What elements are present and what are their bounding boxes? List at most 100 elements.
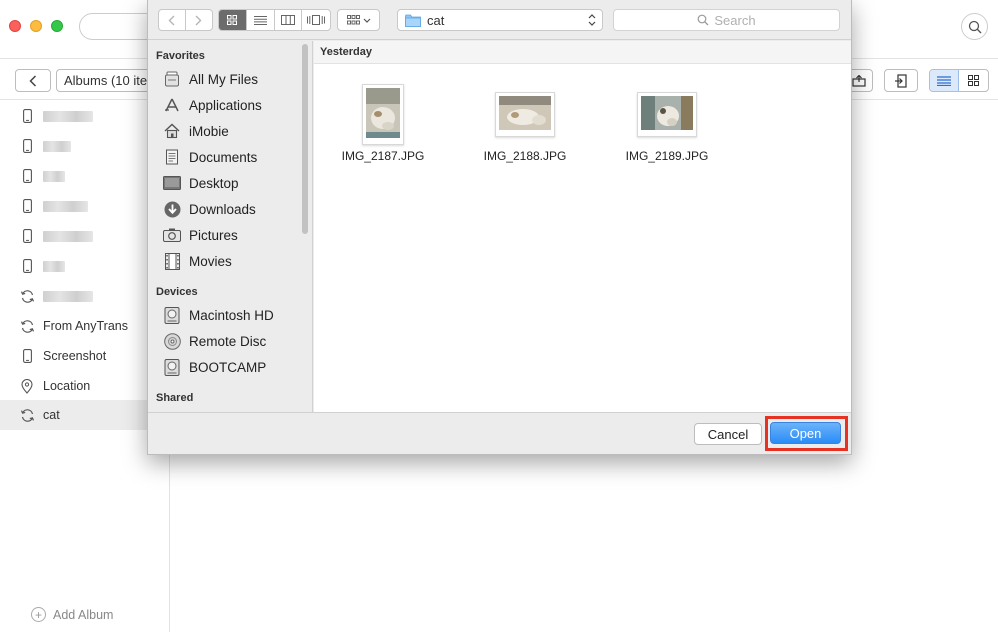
view-mode-group	[218, 9, 331, 31]
sidebar-item-label: Desktop	[189, 175, 239, 191]
camera-icon	[162, 226, 182, 244]
blurred-album-name	[43, 170, 65, 182]
sidebar-item-imobie[interactable]: iMobie	[162, 119, 229, 143]
plus-icon: +	[31, 607, 46, 622]
list-view-button[interactable]	[930, 70, 960, 91]
arrange-menu-button[interactable]	[337, 9, 380, 31]
sidebar-item[interactable]	[0, 101, 170, 131]
sidebar-item-label: Macintosh HD	[189, 307, 274, 323]
folder-icon	[405, 14, 421, 27]
cover-flow-button[interactable]	[302, 10, 330, 30]
zoom-window-button[interactable]	[51, 20, 63, 32]
sidebar-item-macintosh-hd[interactable]: Macintosh HD	[162, 303, 274, 327]
dialog-sidebar: Favorites All My Files Applications iMob…	[148, 41, 313, 412]
sidebar-item-cat[interactable]: cat	[0, 400, 170, 430]
sidebar-item-from-anytrans[interactable]: From AnyTrans	[0, 311, 170, 341]
albums-title: Albums (10 items)	[56, 69, 156, 92]
phone-icon	[19, 138, 35, 154]
import-icon	[895, 73, 907, 88]
sidebar-item-movies[interactable]: Movies	[162, 249, 232, 273]
sidebar-item-label: iMobie	[189, 123, 229, 139]
applications-icon	[162, 96, 182, 114]
history-nav	[158, 9, 213, 31]
sidebar-item-label: Screenshot	[43, 349, 107, 363]
list-view-button[interactable]	[247, 10, 275, 30]
icon-view-icon	[227, 15, 238, 25]
sync-icon	[19, 407, 35, 423]
sidebar-item-desktop[interactable]: Desktop	[162, 171, 239, 195]
location-pin-icon	[19, 378, 35, 394]
sidebar-item-label: Pictures	[189, 227, 238, 243]
list-view-icon	[937, 75, 951, 86]
nav-forward-button[interactable]	[186, 10, 212, 30]
sidebar-item-remote-disc[interactable]: Remote Disc	[162, 329, 266, 353]
file-name: IMG_2188.JPG	[483, 149, 567, 163]
file-item[interactable]: IMG_2189.JPG	[602, 83, 732, 163]
sidebar-item[interactable]	[0, 161, 170, 191]
nav-back-button[interactable]	[159, 10, 186, 30]
icon-view-button[interactable]	[219, 10, 247, 30]
sidebar-item-label: Movies	[189, 253, 232, 269]
blurred-album-name	[43, 290, 93, 302]
grid-view-icon	[968, 75, 979, 86]
path-popup[interactable]: cat	[397, 9, 603, 31]
hard-disk-icon	[162, 306, 182, 324]
all-files-icon	[162, 70, 182, 88]
sidebar-item[interactable]	[0, 251, 170, 281]
open-file-dialog: cat Search Favorites All My Files Applic…	[147, 0, 852, 455]
film-icon	[162, 252, 182, 270]
blurred-album-name	[43, 110, 93, 122]
sidebar-item-bootcamp[interactable]: BOOTCAMP	[162, 355, 266, 379]
file-browser: Yesterday IMG_2187.JPG IMG_2188.JPG IMG_…	[314, 41, 851, 412]
sidebar-item-pictures[interactable]: Pictures	[162, 223, 238, 247]
dialog-search-field[interactable]: Search	[613, 9, 840, 31]
photo-thumbnail	[495, 91, 555, 137]
path-label: cat	[427, 12, 445, 28]
file-item[interactable]: IMG_2187.JPG	[318, 83, 448, 163]
phone-icon	[19, 348, 35, 364]
sidebar-item-documents[interactable]: Documents	[162, 145, 257, 169]
blurred-album-name	[43, 260, 65, 272]
import-button[interactable]	[884, 69, 918, 92]
app-search-button[interactable]	[961, 13, 988, 40]
sidebar-scrollbar[interactable]	[302, 44, 308, 234]
file-thumbnail	[362, 83, 404, 145]
minimize-window-button[interactable]	[30, 20, 42, 32]
sidebar-item[interactable]	[0, 191, 170, 221]
sidebar-item-screenshot[interactable]: Screenshot	[0, 341, 170, 371]
sidebar-item-downloads[interactable]: Downloads	[162, 197, 256, 221]
sidebar-item-label: Documents	[189, 149, 258, 165]
sidebar-item-label: cat	[43, 408, 60, 422]
chevron-down-icon	[363, 18, 370, 23]
view-mode-toggle	[929, 69, 989, 92]
sidebar-item-all-my-files[interactable]: All My Files	[162, 67, 258, 91]
file-name: IMG_2189.JPG	[625, 149, 709, 163]
blurred-album-name	[43, 140, 71, 152]
album-sidebar: From AnyTrans Screenshot Location cat	[0, 100, 170, 632]
grid-view-button[interactable]	[959, 70, 988, 91]
phone-icon	[19, 228, 35, 244]
cancel-button[interactable]: Cancel	[694, 423, 762, 445]
sidebar-item[interactable]	[0, 221, 170, 251]
close-window-button[interactable]	[9, 20, 21, 32]
open-button[interactable]: Open	[770, 422, 841, 444]
phone-icon	[19, 108, 35, 124]
sidebar-item-location[interactable]: Location	[0, 371, 170, 401]
sidebar-item-label: BOOTCAMP	[189, 359, 267, 375]
sidebar-item-label: From AnyTrans	[43, 319, 128, 333]
file-thumbnail	[637, 83, 697, 145]
sidebar-item-applications[interactable]: Applications	[162, 93, 262, 117]
section-shared: Shared	[156, 392, 194, 404]
file-item[interactable]: IMG_2188.JPG	[460, 83, 590, 163]
back-button[interactable]	[15, 69, 51, 92]
add-album-button[interactable]: + Add Album	[31, 607, 113, 622]
cover-flow-icon	[307, 15, 326, 25]
column-view-button[interactable]	[275, 10, 303, 30]
photo-thumbnail	[637, 91, 697, 137]
search-icon	[968, 20, 981, 33]
sidebar-item[interactable]	[0, 281, 170, 311]
phone-icon	[19, 168, 35, 184]
sidebar-item[interactable]	[0, 131, 170, 161]
export-icon	[852, 74, 866, 87]
add-album-label: Add Album	[53, 607, 114, 622]
